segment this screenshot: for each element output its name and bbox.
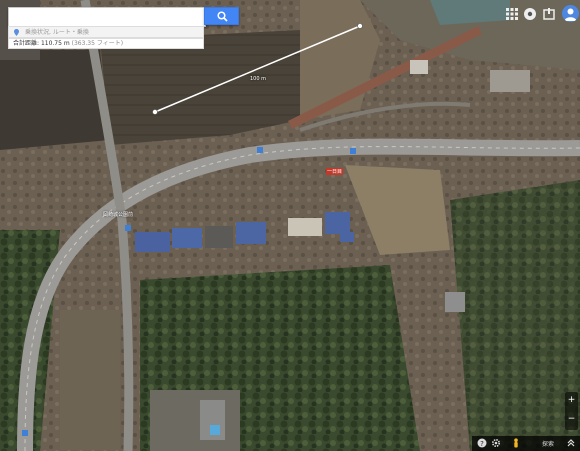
help-glyph: ? [480,440,484,448]
zoom-control: + − [565,392,578,430]
distance-readout: 合計距離: 110.75 m (363.35 フィート) [8,38,204,49]
measure-end-label: 100 m [250,76,267,82]
search-input[interactable] [9,8,205,26]
route-label: 乗換状況, ルート・乗換 [25,29,89,36]
distance-feet: (363.35 フィート) [71,40,124,47]
pin-icon [14,29,19,36]
distance-meters: 110.75 m [40,40,70,47]
gear-icon[interactable] [491,438,501,448]
search-icon [217,11,228,22]
map-label-park: 岡崎城公園前 [103,212,134,218]
avatar-person-icon [564,8,577,21]
map-label-red: 一日目 [326,168,344,175]
satellite-map[interactable] [0,0,580,451]
avatar[interactable] [562,5,579,22]
zoom-out-button[interactable]: − [565,414,578,424]
apps-icon[interactable] [504,6,520,22]
expand-icon[interactable] [566,438,576,448]
help-icon[interactable]: ? [477,438,487,448]
search-button[interactable] [204,7,239,25]
zoom-in-button[interactable]: + [565,395,578,405]
pegman-icon[interactable] [511,438,521,448]
route-row[interactable]: 乗換状況, ルート・乗換 [8,26,204,38]
distance-prefix: 合計距離: [13,40,41,47]
share-icon[interactable] [541,6,557,22]
search-box [8,7,206,27]
explore-label[interactable]: 探索 [542,439,554,448]
bottom-toolbar: ? 探索 [472,436,580,451]
compass-icon[interactable] [522,6,538,22]
